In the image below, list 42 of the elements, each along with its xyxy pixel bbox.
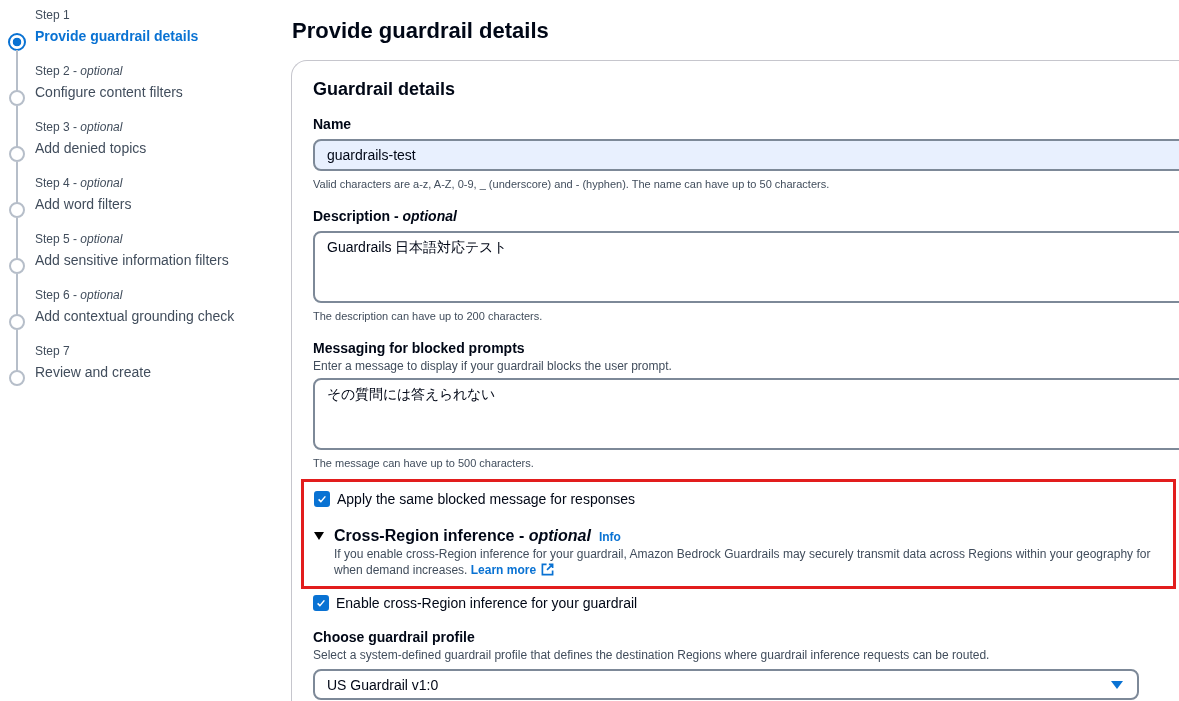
field-hint: The message can have up to 500 characters. [313,456,535,470]
page-title: Provide guardrail details [292,17,550,45]
checkmark-icon [315,597,327,609]
learn-more-link[interactable]: Learn more [470,563,537,577]
step-link[interactable]: Configure content filters [35,83,183,101]
step-label: Step 1 [35,8,70,23]
step-label: Step 3 - optional [35,120,123,135]
field-hint: The description can have up to 200 characters. [313,309,544,323]
checkbox[interactable] [313,595,329,611]
profile-dropdown[interactable]: US Guardrail v1:0 [313,669,1139,700]
step-label: Step 6 - optional [35,288,123,303]
card-title: Guardrail details [313,78,457,101]
checkbox-label: Apply the same blocked message for responses [337,490,636,508]
field-label: Messaging for blocked prompts [313,339,526,357]
step-label: Step 2 - optional [35,64,123,79]
field-label: Choose guardrail profile [313,628,476,646]
description-field[interactable]: Guardrails 日本語対応テスト [313,231,1179,303]
field-hint: Valid characters are a-z, A-Z, 0-9, _ (underscore) and - (hyphen). The name can have up to 50 characters. [313,177,831,191]
section-title: Cross-Region inference - optional [334,526,591,546]
external-link-icon [541,563,555,576]
step-link[interactable]: Add denied topics [35,139,147,157]
caret-icon[interactable] [314,531,324,541]
message-field[interactable]: その質問には答えられない [313,378,1179,450]
checkmark-icon [316,493,328,505]
field-label: Name [313,115,353,133]
step-link[interactable]: Add sensitive information filters [35,251,229,269]
info-link[interactable]: Info [598,530,621,544]
step-label: Step 4 - optional [35,176,123,191]
field-label: Description - optional [313,207,458,225]
checkbox-label: Enable cross-Region inference for your guardrail [336,594,638,612]
step-link[interactable]: Add word filters [35,195,132,213]
step-label: Step 5 - optional [35,232,123,247]
step-label: Step 7 [35,344,70,359]
caret-icon [1111,679,1123,690]
step-link[interactable]: Add contextual grounding check [35,307,235,325]
checkbox[interactable] [314,491,330,507]
field-description: Enter a message to display if your guardrail blocks the user prompt. [313,358,673,374]
step-link[interactable]: Review and create [35,363,151,381]
field-description: Select a system-defined guardrail profile that defines the destination Regions where guardrail inference requests can be routed. [313,647,991,663]
name-field[interactable]: guardrails-test [313,139,1179,171]
step-link[interactable]: Provide guardrail details [35,27,199,45]
section-description: If you enable cross-Region inference for your guardrail, Amazon Bedrock Guardrails may securely transmit data across Regions within your geography for when demand increases. Learn more [334,546,1152,578]
